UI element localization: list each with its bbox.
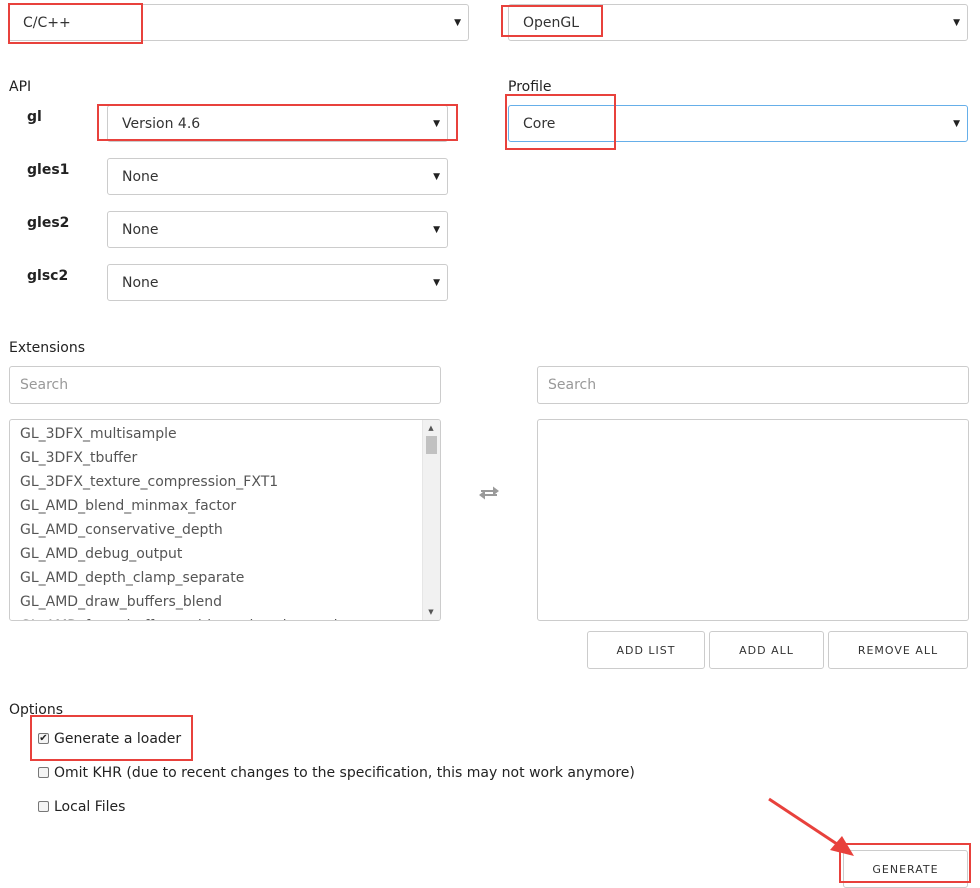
- list-item[interactable]: GL_3DFX_tbuffer: [20, 446, 422, 470]
- list-item[interactable]: GL_3DFX_multisample: [20, 422, 422, 446]
- highlight-box: [501, 5, 603, 37]
- highlight-box: [8, 3, 143, 44]
- extensions-selected-list[interactable]: [537, 419, 969, 621]
- chevron-down-icon: ▼: [953, 17, 960, 28]
- extensions-available-items: GL_3DFX_multisample GL_3DFX_tbuffer GL_3DF…: [20, 422, 422, 620]
- list-item[interactable]: GL_AMD_conservative_depth: [20, 518, 422, 542]
- search-placeholder: Search: [20, 377, 69, 393]
- api-gles2-label: gles2: [27, 215, 70, 231]
- local-files-checkbox[interactable]: [38, 801, 49, 812]
- highlight-box: [30, 715, 193, 761]
- swap-arrows-icon[interactable]: [478, 484, 500, 502]
- omit-khr-label[interactable]: Omit KHR (due to recent changes to the s…: [54, 765, 635, 781]
- api-glsc2-value: None: [122, 274, 159, 291]
- list-item[interactable]: GL_AMD_draw_buffers_blend: [20, 590, 422, 614]
- api-gles2-value: None: [122, 221, 159, 238]
- scroll-down-icon[interactable]: ▼: [423, 605, 439, 619]
- search-placeholder: Search: [548, 377, 597, 393]
- chevron-down-icon: ▼: [433, 171, 440, 182]
- extensions-available-search-input[interactable]: Search: [9, 366, 441, 404]
- api-gl-label: gl: [27, 109, 42, 125]
- api-glsc2-select[interactable]: None ▼: [107, 264, 448, 301]
- add-all-button[interactable]: ADD ALL: [709, 631, 824, 669]
- annotation-arrow-icon: [768, 797, 854, 856]
- chevron-down-icon: ▼: [454, 17, 461, 28]
- extensions-list-scrollbar[interactable]: ▲ ▼: [422, 420, 440, 620]
- api-glsc2-label: glsc2: [27, 268, 69, 284]
- extensions-available-list[interactable]: GL_3DFX_multisample GL_3DFX_tbuffer GL_3DF…: [9, 419, 441, 621]
- api-gles1-select[interactable]: None ▼: [107, 158, 448, 195]
- api-gles1-value: None: [122, 168, 159, 185]
- add-list-button[interactable]: ADD LIST: [587, 631, 705, 669]
- chevron-down-icon: ▼: [433, 277, 440, 288]
- omit-khr-checkbox[interactable]: [38, 767, 49, 778]
- remove-all-button[interactable]: REMOVE ALL: [828, 631, 968, 669]
- highlight-box: [97, 104, 458, 141]
- list-item[interactable]: GL_AMD_depth_clamp_separate: [20, 566, 422, 590]
- list-item[interactable]: GL_AMD_debug_output: [20, 542, 422, 566]
- scroll-up-icon[interactable]: ▲: [423, 421, 439, 435]
- extensions-selected-search-input[interactable]: Search: [537, 366, 969, 404]
- highlight-box: [505, 94, 616, 150]
- local-files-label[interactable]: Local Files: [54, 799, 125, 815]
- api-gles2-select[interactable]: None ▼: [107, 211, 448, 248]
- api-gles1-label: gles1: [27, 162, 70, 178]
- list-item[interactable]: GL_3DFX_texture_compression_FXT1: [20, 470, 422, 494]
- list-item[interactable]: GL_AMD_blend_minmax_factor: [20, 494, 422, 518]
- chevron-down-icon: ▼: [953, 118, 960, 129]
- chevron-down-icon: ▼: [433, 224, 440, 235]
- api-label: API: [9, 79, 32, 95]
- scroll-thumb[interactable]: [426, 436, 437, 454]
- profile-label: Profile: [508, 79, 552, 95]
- list-item[interactable]: GL_AMD_framebuffer_multisample_advanced: [20, 614, 422, 620]
- extensions-label: Extensions: [9, 340, 86, 356]
